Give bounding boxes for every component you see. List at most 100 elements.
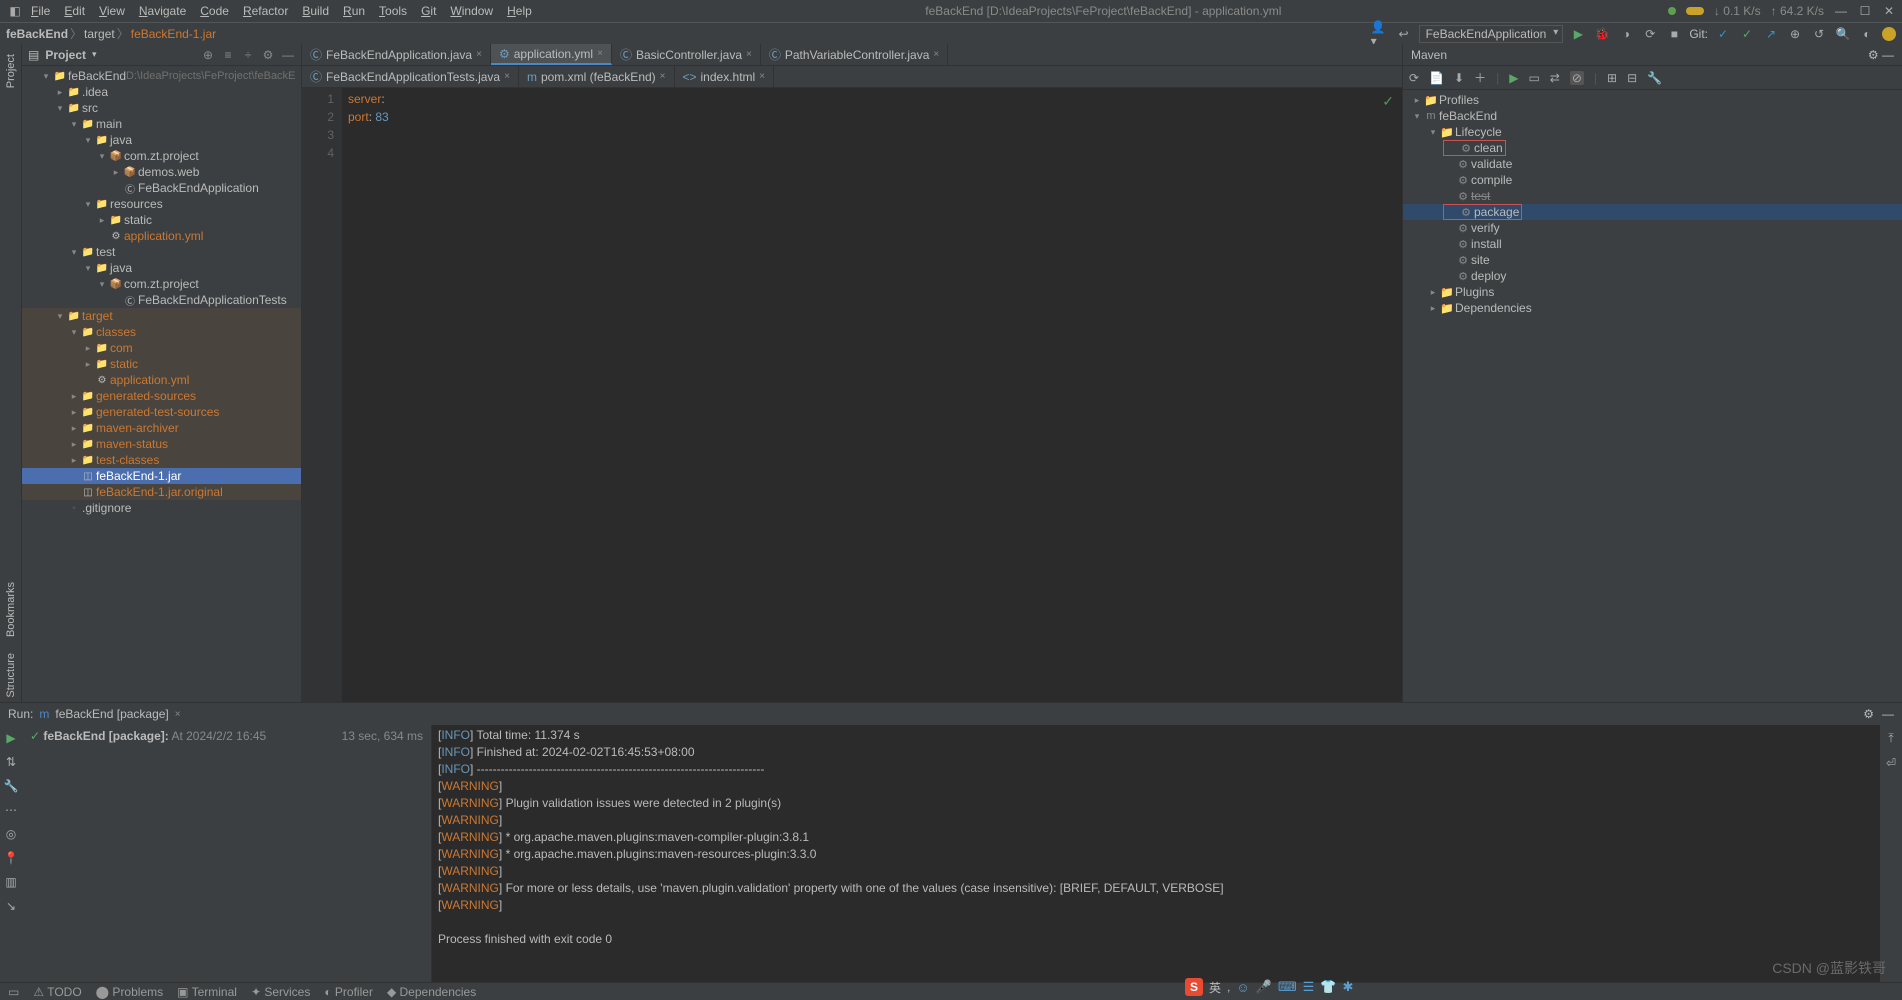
git-commit-icon[interactable]: ✓ xyxy=(1738,25,1756,43)
run-target-icon[interactable]: ◎ xyxy=(6,827,16,841)
editor-tab[interactable]: mpom.xml (feBackEnd)× xyxy=(519,66,675,87)
tree-node[interactable]: ◫feBackEnd-1.jar xyxy=(22,468,301,484)
editor-tab[interactable]: ⒸBasicController.java× xyxy=(612,44,761,65)
locate-icon[interactable]: ⊕ xyxy=(201,48,215,62)
status-item[interactable]: ▭ xyxy=(8,985,19,999)
maven-node-verify[interactable]: ⚙verify xyxy=(1403,220,1902,236)
menu-view[interactable]: View xyxy=(92,4,132,18)
run-options-icon[interactable]: ⚙ xyxy=(1863,707,1874,721)
tree-node[interactable]: ▾📦com.zt.project xyxy=(22,148,301,164)
status-item[interactable]: ▣ Terminal xyxy=(177,985,237,999)
maven-reload-icon[interactable]: ⟳ xyxy=(1409,71,1419,85)
menu-help[interactable]: Help xyxy=(500,4,539,18)
git-push-icon[interactable]: ↗ xyxy=(1762,25,1780,43)
tree-node[interactable]: ▸📁generated-test-sources xyxy=(22,404,301,420)
tree-node[interactable]: ◦.gitignore xyxy=(22,500,301,516)
tree-node[interactable]: ▾📁resources xyxy=(22,196,301,212)
git-revert-icon[interactable]: ↺ xyxy=(1810,25,1828,43)
run-filter-icon[interactable]: ⋯ xyxy=(5,803,17,817)
tree-node[interactable]: ▸📁static xyxy=(22,356,301,372)
tree-node[interactable]: ▸📦demos.web xyxy=(22,164,301,180)
tree-node[interactable]: ◫feBackEnd-1.jar.original xyxy=(22,484,301,500)
tree-node[interactable]: ▾📁classes xyxy=(22,324,301,340)
tree-node[interactable]: ⒸFeBackEndApplication xyxy=(22,180,301,196)
tree-node[interactable]: ▸📁maven-status xyxy=(22,436,301,452)
menu-git[interactable]: Git xyxy=(414,4,443,18)
maven-node-lifecycle[interactable]: ▾📁Lifecycle xyxy=(1403,124,1902,140)
maven-node-validate[interactable]: ⚙validate xyxy=(1403,156,1902,172)
git-update-icon[interactable]: ✓ xyxy=(1714,25,1732,43)
maven-download-icon[interactable]: ⬇ xyxy=(1454,71,1464,85)
maven-node-test[interactable]: ⚙test xyxy=(1403,188,1902,204)
user-icon[interactable]: 👤▾ xyxy=(1371,25,1389,43)
gutter-bookmarks[interactable]: Bookmarks xyxy=(5,578,17,641)
maven-node-package[interactable]: ⚙package xyxy=(1403,204,1902,220)
tree-node[interactable]: ▾📁src xyxy=(22,100,301,116)
menu-refactor[interactable]: Refactor xyxy=(236,4,295,18)
tree-node[interactable]: ▸📁maven-archiver xyxy=(22,420,301,436)
run-attach-icon[interactable]: ⇅ xyxy=(6,755,16,769)
tree-node[interactable]: ▸📁test-classes xyxy=(22,452,301,468)
minimize-icon[interactable]: — xyxy=(1834,4,1848,18)
search-icon[interactable]: 🔍 xyxy=(1834,25,1852,43)
inspection-ok-icon[interactable]: ✓ xyxy=(1382,92,1394,110)
menu-build[interactable]: Build xyxy=(295,4,336,18)
tree-node[interactable]: ▸📁static xyxy=(22,212,301,228)
editor-tabs-row1[interactable]: ⒸFeBackEndApplication.java×⚙application.… xyxy=(302,44,1402,66)
git-history-icon[interactable]: ⊕ xyxy=(1786,25,1804,43)
menu-edit[interactable]: Edit xyxy=(57,4,92,18)
run-output[interactable]: [INFO] Total time: 11.374 s[INFO] Finish… xyxy=(432,725,1880,982)
tree-node[interactable]: ⚙application.yml xyxy=(22,228,301,244)
tree-node[interactable]: ▾📁test xyxy=(22,244,301,260)
menu-tools[interactable]: Tools xyxy=(372,4,414,18)
status-item[interactable]: ⚠ TODO xyxy=(33,985,81,999)
maven-execute-icon[interactable]: ▭ xyxy=(1528,71,1539,85)
coverage-icon[interactable]: ◑ xyxy=(1617,25,1635,43)
soft-wrap-icon[interactable]: ⏎ xyxy=(1886,756,1896,770)
maven-node-site[interactable]: ⚙site xyxy=(1403,252,1902,268)
maven-node-dependencies[interactable]: ▸📁Dependencies xyxy=(1403,300,1902,316)
maximize-icon[interactable]: ☐ xyxy=(1858,4,1872,18)
expand-icon[interactable]: ≡ xyxy=(221,48,235,62)
maven-node-febackend[interactable]: ▾mfeBackEnd xyxy=(1403,108,1902,124)
gutter-project[interactable]: Project xyxy=(5,50,17,92)
tree-node[interactable]: ▾📁java xyxy=(22,260,301,276)
collapse-icon[interactable]: ÷ xyxy=(241,48,255,62)
run-hide-icon[interactable]: — xyxy=(1882,707,1894,721)
maven-run-icon[interactable]: ▶ xyxy=(1509,71,1518,85)
debug-icon[interactable]: 🐞 xyxy=(1593,25,1611,43)
tree-node[interactable]: ▾📁target xyxy=(22,308,301,324)
gutter-structure[interactable]: Structure xyxy=(5,649,17,702)
editor-tab[interactable]: ⒸFeBackEndApplicationTests.java× xyxy=(302,66,519,87)
editor-tab[interactable]: ⚙application.yml× xyxy=(491,44,612,65)
maven-node-plugins[interactable]: ▸📁Plugins xyxy=(1403,284,1902,300)
stop-icon[interactable]: ■ xyxy=(1665,25,1683,43)
maven-show-deps-icon[interactable]: ⊞ xyxy=(1607,71,1617,85)
close-icon[interactable]: ✕ xyxy=(1882,4,1896,18)
run-tab-close-icon[interactable]: × xyxy=(175,709,181,720)
scroll-top-icon[interactable]: ⤒ xyxy=(1888,731,1893,746)
tree-node[interactable]: ▸📁generated-sources xyxy=(22,388,301,404)
run-icon[interactable]: ▶ xyxy=(1569,25,1587,43)
tree-node[interactable]: ▾📁main xyxy=(22,116,301,132)
options-icon[interactable]: ⚙ xyxy=(261,48,275,62)
maven-settings-icon[interactable]: 🔧 xyxy=(1647,71,1662,85)
run-exit-icon[interactable]: ↘ xyxy=(6,899,16,913)
profile-icon[interactable]: ⟳ xyxy=(1641,25,1659,43)
code-body[interactable]: server: port: 83 ✓ xyxy=(342,88,1402,702)
run-wrench-icon[interactable]: 🔧 xyxy=(4,779,19,793)
maven-generate-icon[interactable]: 📄 xyxy=(1429,71,1444,85)
tree-node[interactable]: ▾📁feBackEnd D:\IdeaProjects\FeProject\fe… xyxy=(22,68,301,84)
settings-icon[interactable]: ◐ xyxy=(1858,25,1876,43)
maven-tree[interactable]: ▸📁Profiles▾mfeBackEnd▾📁Lifecycle⚙clean⚙v… xyxy=(1403,90,1902,702)
editor-tabs-row2[interactable]: ⒸFeBackEndApplicationTests.java×mpom.xml… xyxy=(302,66,1402,88)
menu-file[interactable]: File xyxy=(24,4,57,18)
maven-skip-tests-icon[interactable]: ⊘ xyxy=(1570,71,1584,85)
run-pin-icon[interactable]: 📍 xyxy=(4,851,19,865)
status-item[interactable]: ⬤ Problems xyxy=(96,985,163,999)
breadcrumb[interactable]: feBackEnd〉target〉feBackEnd-1.jar xyxy=(6,25,216,42)
project-tree[interactable]: ▾📁feBackEnd D:\IdeaProjects\FeProject\fe… xyxy=(22,66,301,702)
maven-node-clean[interactable]: ⚙clean xyxy=(1403,140,1902,156)
maven-add-icon[interactable]: ＋ xyxy=(1474,69,1486,86)
editor-tab[interactable]: ⒸFeBackEndApplication.java× xyxy=(302,44,491,65)
